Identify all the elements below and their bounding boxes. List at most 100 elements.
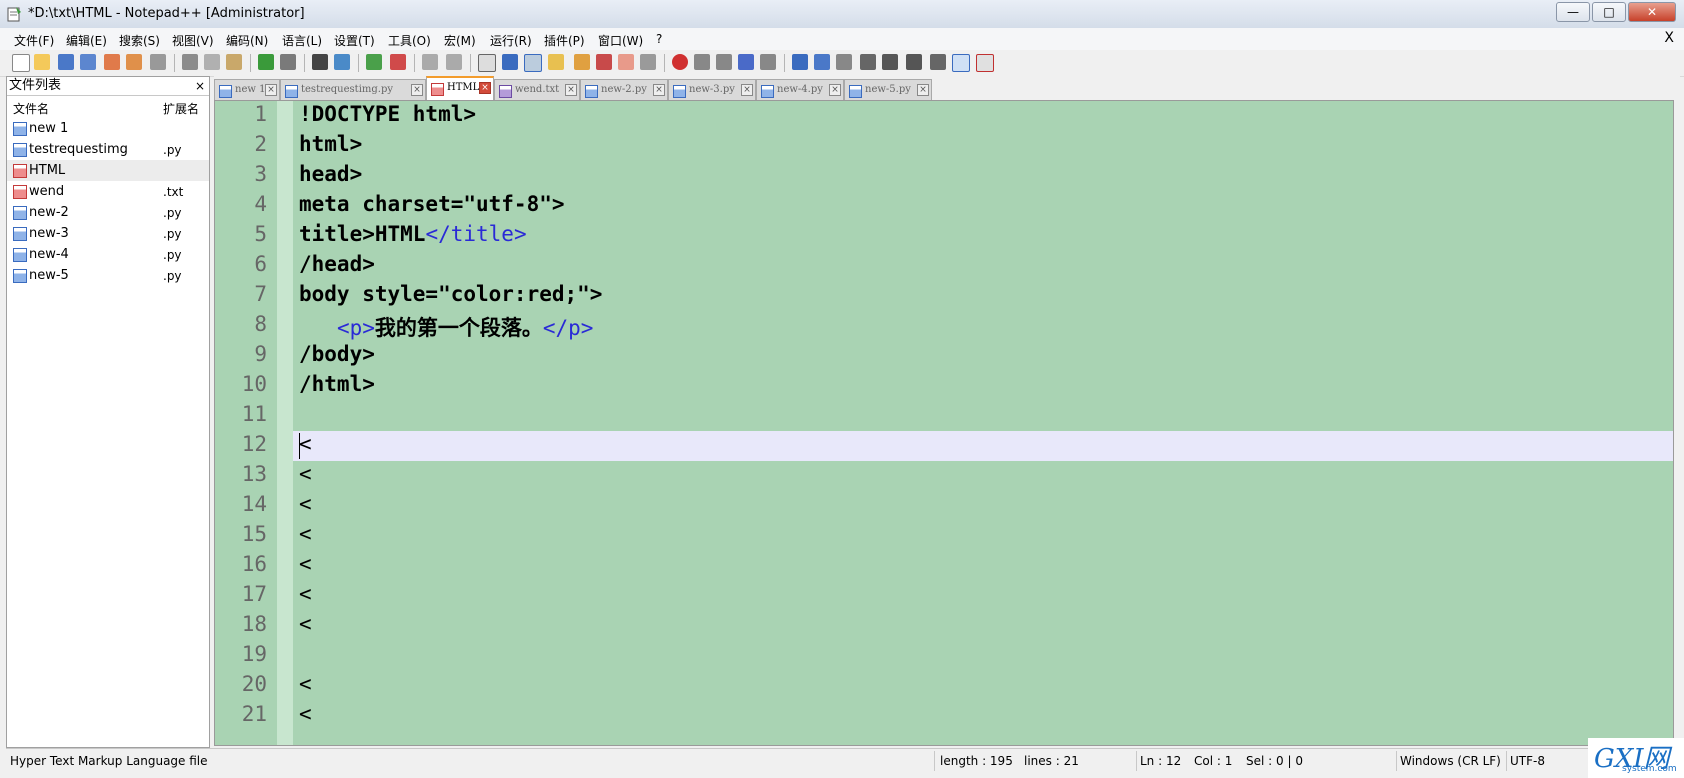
summary-icon[interactable] [930, 54, 946, 70]
menu-help[interactable]: ? [656, 32, 662, 46]
compare-icon[interactable] [836, 54, 852, 70]
code-line[interactable]: head> [299, 162, 362, 186]
fold-margin[interactable] [277, 101, 293, 745]
menu-macro[interactable]: 宏(M) [444, 32, 476, 49]
tab-close-icon[interactable]: × [917, 84, 929, 96]
launch-browser-icon[interactable] [792, 54, 808, 70]
cut-icon[interactable] [182, 54, 198, 70]
save-all-icon[interactable] [80, 54, 96, 70]
menu-file[interactable]: 文件(F) [14, 32, 54, 49]
file-row[interactable]: wend .txt [7, 181, 209, 202]
close-all-icon[interactable] [126, 54, 142, 70]
sync-horizontal-icon[interactable] [446, 54, 462, 70]
tab-close-icon[interactable]: × [829, 84, 841, 96]
file-row[interactable]: new-5 .py [7, 265, 209, 286]
code-line[interactable]: < [299, 522, 312, 546]
menu-edit[interactable]: 编辑(E) [66, 32, 107, 49]
menu-view[interactable]: 视图(V) [172, 32, 214, 49]
code-line[interactable]: /head> [299, 252, 375, 276]
column-extension[interactable]: 扩展名 [163, 100, 199, 117]
sync-vertical-icon[interactable] [422, 54, 438, 70]
replace-icon[interactable] [334, 54, 350, 70]
new-file-icon[interactable] [12, 54, 30, 72]
close-window-button[interactable]: ✕ [1628, 2, 1676, 22]
code-line[interactable]: html> [299, 132, 362, 156]
code-line[interactable]: /html> [299, 372, 375, 396]
file-row[interactable]: new 1 [7, 118, 209, 139]
show-all-chars-icon[interactable] [502, 54, 518, 70]
tab-new-1[interactable]: new 1 × [214, 79, 280, 100]
menu-run[interactable]: 运行(R) [490, 32, 532, 49]
folder-workspace-icon[interactable] [618, 54, 634, 70]
tab-html[interactable]: HTML × [426, 76, 494, 101]
maximize-button[interactable]: □ [1592, 2, 1626, 22]
record-macro-icon[interactable] [672, 54, 688, 70]
paste-icon[interactable] [226, 54, 242, 70]
menu-plugins[interactable]: 插件(P) [544, 32, 585, 49]
undo-icon[interactable] [258, 54, 274, 70]
column-view-icon[interactable] [814, 54, 830, 70]
tab-close-icon[interactable]: × [411, 84, 423, 96]
close-icon[interactable] [104, 54, 120, 70]
tab-wend[interactable]: wend.txt × [494, 79, 580, 100]
move-down-icon[interactable] [906, 54, 922, 70]
tab-close-icon[interactable]: × [565, 84, 577, 96]
doc-map-icon[interactable] [574, 54, 590, 70]
fold-all-icon[interactable] [860, 54, 876, 70]
tab-close-icon[interactable]: × [653, 84, 665, 96]
function-list-icon[interactable] [596, 54, 612, 70]
file-row[interactable]: new-3 .py [7, 223, 209, 244]
code-line[interactable]: < [299, 612, 312, 636]
close-document-button[interactable]: X [1664, 30, 1674, 46]
menu-window[interactable]: 窗口(W) [598, 32, 643, 49]
tab-new-2[interactable]: new-2.py × [580, 79, 668, 100]
tab-testrequestimg[interactable]: testrequestimg.py × [280, 79, 426, 100]
code-line[interactable]: < [299, 702, 312, 726]
tab-new-3[interactable]: new-3.py × [668, 79, 756, 100]
code-line[interactable]: < [299, 672, 312, 696]
code-line[interactable]: !DOCTYPE html> [299, 102, 476, 126]
minimize-button[interactable]: — [1556, 2, 1590, 22]
tab-new-5[interactable]: new-5.py × [844, 79, 932, 100]
monitor-icon[interactable] [640, 54, 656, 70]
menu-search[interactable]: 搜索(S) [119, 32, 160, 49]
file-row[interactable]: new-4 .py [7, 244, 209, 265]
file-row[interactable]: new-2 .py [7, 202, 209, 223]
spell-check-icon[interactable] [976, 54, 994, 72]
menu-tools[interactable]: 工具(O) [388, 32, 431, 49]
tab-close-icon[interactable]: × [479, 82, 491, 94]
save-icon[interactable] [58, 54, 74, 70]
code-line[interactable]: <p>我的第一个段落。</p> [299, 312, 594, 342]
file-row[interactable]: testrequestimg .py [7, 139, 209, 160]
file-row-active[interactable]: HTML [7, 160, 209, 181]
stop-macro-icon[interactable] [694, 54, 710, 70]
indent-guide-icon[interactable] [524, 54, 542, 72]
zoom-out-icon[interactable] [390, 54, 406, 70]
copy-icon[interactable] [204, 54, 220, 70]
run-macro-multiple-icon[interactable] [738, 54, 754, 70]
code-line[interactable]: body style="color:red;"> [299, 282, 602, 306]
code-line[interactable]: /body> [299, 342, 375, 366]
menu-encoding[interactable]: 编码(N) [226, 32, 268, 49]
find-icon[interactable] [312, 54, 328, 70]
open-file-icon[interactable] [34, 54, 50, 70]
code-line[interactable]: < [299, 432, 312, 456]
code-line[interactable]: < [299, 492, 312, 516]
print-icon[interactable] [150, 54, 166, 70]
tab-close-icon[interactable]: × [265, 84, 277, 96]
tab-new-4[interactable]: new-4.py × [756, 79, 844, 100]
move-up-icon[interactable] [882, 54, 898, 70]
code-line[interactable]: title>HTML</title> [299, 222, 527, 246]
user-lang-icon[interactable] [548, 54, 564, 70]
redo-icon[interactable] [280, 54, 296, 70]
play-macro-icon[interactable] [716, 54, 732, 70]
code-line[interactable]: meta charset="utf-8"> [299, 192, 565, 216]
tab-close-icon[interactable]: × [741, 84, 753, 96]
code-line[interactable]: < [299, 552, 312, 576]
word-wrap-icon[interactable] [478, 54, 496, 72]
panel-close-icon[interactable]: × [195, 77, 205, 95]
column-file-name[interactable]: 文件名 [13, 100, 49, 117]
save-macro-icon[interactable] [760, 54, 776, 70]
menu-language[interactable]: 语言(L) [282, 32, 322, 49]
zoom-in-icon[interactable] [366, 54, 382, 70]
